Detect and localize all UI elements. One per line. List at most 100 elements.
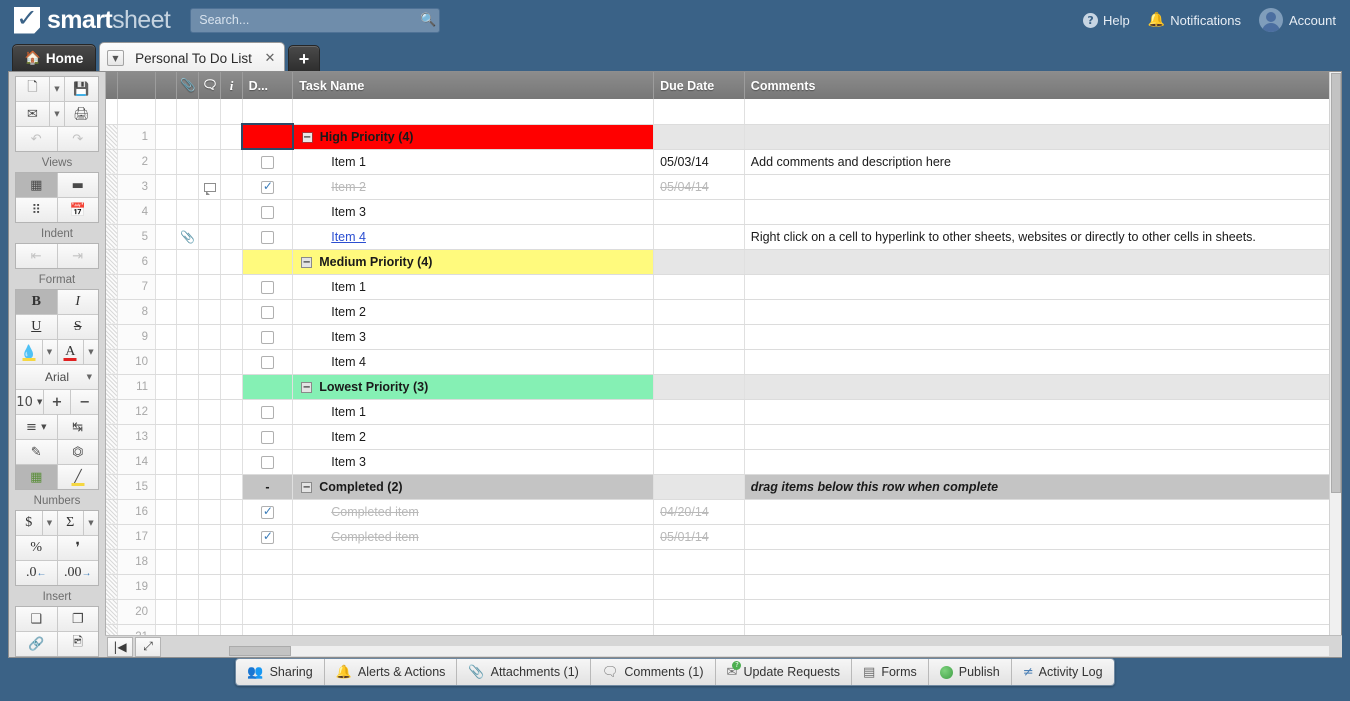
- done-cell[interactable]: [242, 374, 294, 400]
- highlighter-icon[interactable]: ╱: [56, 465, 98, 489]
- done-cell[interactable]: [242, 324, 294, 350]
- save-icon[interactable]: 💾: [64, 77, 98, 101]
- comment-cell[interactable]: [198, 449, 222, 475]
- row-drag-handle[interactable]: [106, 124, 119, 150]
- info-cell[interactable]: [220, 324, 243, 350]
- comma-button[interactable]: ❜: [56, 536, 98, 560]
- attachment-cell[interactable]: [176, 474, 200, 500]
- table-row[interactable]: 20: [106, 599, 1342, 625]
- info-cell[interactable]: [220, 274, 243, 300]
- info-icon[interactable]: i: [220, 72, 243, 99]
- comments-cell[interactable]: drag items below this row when complete: [744, 474, 1342, 500]
- row-blank-cell[interactable]: [155, 549, 178, 575]
- done-cell[interactable]: [242, 349, 294, 375]
- new-sheet-icon[interactable]: 🗋: [16, 77, 49, 101]
- new-dropdown-chevron-down-icon[interactable]: ▼: [49, 77, 64, 101]
- task-name-cell[interactable]: Item 2: [292, 424, 655, 450]
- info-cell[interactable]: [220, 574, 243, 600]
- row-drag-handle[interactable]: [106, 549, 119, 575]
- due-date-cell[interactable]: [653, 299, 745, 325]
- decrease-decimal-button[interactable]: .0 ←: [16, 561, 57, 585]
- attachment-cell[interactable]: [176, 399, 200, 425]
- table-row[interactable]: 5 📎 Item 4 Right click on a cell to hyperli…: [106, 224, 1342, 250]
- due-date-cell[interactable]: [653, 124, 745, 150]
- due-date-cell[interactable]: [653, 349, 745, 375]
- horizontal-scrollbar[interactable]: [229, 646, 1329, 656]
- printer-icon[interactable]: 🖨: [64, 102, 98, 126]
- collapse-toggle-icon[interactable]: −: [301, 381, 313, 393]
- account-button[interactable]: Account: [1259, 8, 1336, 32]
- table-row[interactable]: 16 Completed item 04/20/14: [106, 499, 1342, 525]
- envelope-icon[interactable]: ✉: [16, 102, 49, 126]
- due-date-cell[interactable]: [653, 324, 745, 350]
- sum-chevron-down-icon[interactable]: ▼: [83, 511, 98, 535]
- paperclip-icon[interactable]: 📎: [176, 72, 200, 99]
- attachment-cell[interactable]: [176, 549, 200, 575]
- percent-button[interactable]: %: [16, 536, 57, 560]
- done-checkbox[interactable]: [260, 155, 274, 169]
- attachment-cell[interactable]: [176, 499, 200, 525]
- comment-cell[interactable]: [198, 149, 222, 175]
- text-color-chevron-down-icon[interactable]: ▼: [83, 340, 98, 364]
- insert-column-icon[interactable]: ❐: [56, 607, 98, 631]
- row-blank-cell[interactable]: [155, 149, 178, 175]
- info-cell[interactable]: [220, 474, 243, 500]
- due-date-cell[interactable]: [653, 549, 745, 575]
- global-search[interactable]: 🔍: [190, 7, 441, 33]
- task-name-cell[interactable]: Item 4: [292, 349, 655, 375]
- table-row[interactable]: 8 Item 2: [106, 299, 1342, 325]
- due-date-cell[interactable]: 04/20/14: [653, 499, 745, 525]
- table-row[interactable]: 7 Item 1: [106, 274, 1342, 300]
- row-drag-handle[interactable]: [106, 449, 119, 475]
- currency-button[interactable]: $: [16, 511, 42, 535]
- row-blank-cell[interactable]: [155, 299, 178, 325]
- row-drag-handle[interactable]: [106, 374, 119, 400]
- comment-cell[interactable]: [198, 424, 222, 450]
- row-blank-cell[interactable]: [155, 224, 178, 250]
- font-family-select[interactable]: Arial ▼: [16, 365, 98, 389]
- done-cell[interactable]: [242, 449, 294, 475]
- grid-view-icon[interactable]: ▦: [16, 173, 57, 197]
- row-drag-handle[interactable]: [106, 599, 119, 625]
- info-cell[interactable]: [220, 224, 243, 250]
- info-cell[interactable]: [220, 499, 243, 525]
- comment-cell[interactable]: [198, 549, 222, 575]
- done-cell[interactable]: [242, 424, 294, 450]
- attachment-cell[interactable]: [176, 424, 200, 450]
- attachment-cell[interactable]: [176, 324, 200, 350]
- table-row[interactable]: 1 − High Priority (4): [106, 123, 1342, 150]
- info-cell[interactable]: [220, 124, 243, 150]
- row-blank-cell[interactable]: [155, 199, 178, 225]
- attachment-cell[interactable]: [176, 149, 200, 175]
- row-drag-handle[interactable]: [106, 349, 119, 375]
- strikethrough-button[interactable]: S: [56, 315, 98, 339]
- done-checkbox[interactable]: [260, 280, 274, 294]
- table-row[interactable]: 10 Item 4: [106, 349, 1342, 375]
- info-cell[interactable]: [220, 149, 243, 175]
- done-checkbox[interactable]: [260, 230, 274, 244]
- done-cell[interactable]: [242, 524, 294, 550]
- comments-cell[interactable]: [744, 124, 1342, 150]
- comments-cell[interactable]: [744, 549, 1342, 575]
- insert-row-icon[interactable]: ❑: [16, 607, 57, 631]
- comment-cell[interactable]: [198, 524, 222, 550]
- comments-cell[interactable]: [744, 299, 1342, 325]
- done-cell[interactable]: [242, 174, 294, 200]
- row-blank-cell[interactable]: [155, 324, 178, 350]
- outdent-icon[interactable]: ⇤: [16, 244, 57, 268]
- done-checkbox[interactable]: [260, 430, 274, 444]
- conditional-format-icon[interactable]: ▦: [16, 465, 57, 489]
- row-blank-cell[interactable]: [155, 474, 178, 500]
- search-input[interactable]: [191, 13, 418, 27]
- due-date-cell[interactable]: [653, 399, 745, 425]
- update-requests-button[interactable]: ✉? Update Requests: [714, 659, 852, 685]
- row-blank-cell[interactable]: [155, 349, 178, 375]
- done-checkbox[interactable]: [260, 179, 274, 194]
- task-link[interactable]: Item 4: [331, 230, 366, 244]
- comments-cell[interactable]: [744, 399, 1342, 425]
- table-row[interactable]: 9 Item 3: [106, 324, 1342, 350]
- task-name-cell[interactable]: − High Priority (4): [292, 124, 655, 150]
- alerts-actions-button[interactable]: 🔔 Alerts & Actions: [323, 659, 457, 685]
- task-name-cell[interactable]: [292, 574, 655, 600]
- comments-cell[interactable]: [744, 524, 1342, 550]
